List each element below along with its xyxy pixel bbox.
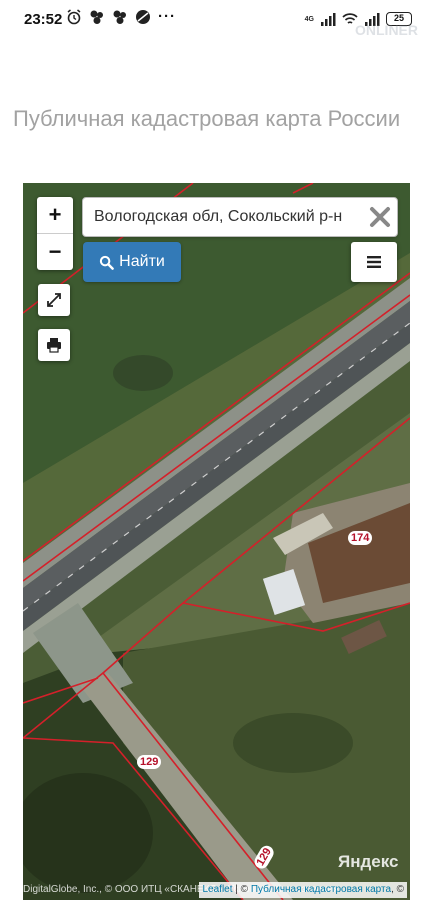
yandex-logo: Яндекс: [338, 852, 399, 871]
zoom-in-button[interactable]: +: [37, 197, 73, 233]
clear-search-button[interactable]: [363, 206, 397, 228]
fullscreen-button[interactable]: [38, 284, 70, 316]
zoom-control: + −: [37, 197, 73, 270]
find-button[interactable]: Найти: [83, 242, 181, 282]
app-notification-icon: [113, 10, 126, 24]
search-box[interactable]: Вологодская обл, Сокольский р-н: [82, 197, 398, 237]
ball-icon: [136, 10, 150, 24]
network-type: 4G: [304, 15, 314, 23]
status-icons: [66, 9, 151, 25]
leaflet-link[interactable]: Leaflet: [202, 884, 232, 895]
alarm-icon: [67, 9, 81, 25]
parcel-label[interactable]: 174: [348, 531, 373, 545]
signal-icon: [321, 13, 336, 26]
print-button[interactable]: [38, 329, 70, 361]
watermark: ONLINER: [355, 22, 418, 38]
page-title: Публичная кадастровая карта России: [13, 106, 401, 131]
search-input[interactable]: Вологодская обл, Сокольский р-н: [83, 208, 363, 226]
menu-icon: [367, 256, 381, 268]
pkk-link[interactable]: Публичная кадастровая карта: [251, 884, 391, 895]
more-notifications-icon: ···: [158, 8, 176, 25]
print-icon: [47, 338, 61, 353]
status-bar: 23:52 ··· 4G 25 ONLINER: [0, 0, 432, 40]
zoom-out-button[interactable]: −: [37, 233, 73, 269]
status-time: 23:52: [24, 11, 63, 28]
map-attribution: DigitalGlobe, Inc., © ООО ИТЦ «СКАНЕКС»,…: [23, 882, 410, 898]
find-button-label: Найти: [119, 253, 165, 270]
attribution-end: , ©: [391, 884, 404, 895]
cadastral-map[interactable]: + − Вологодская обл, Сокольский р-н Найт…: [23, 183, 410, 900]
close-icon: [370, 207, 390, 227]
app-notification-icon: [90, 10, 103, 24]
fullscreen-icon: [47, 293, 61, 307]
parcel-label[interactable]: 129: [137, 755, 162, 769]
menu-button[interactable]: [351, 242, 397, 282]
leaflet-attribution: Leaflet | © Публичная кадастровая карта,…: [199, 882, 407, 898]
attribution-separator: | ©: [232, 884, 251, 895]
search-icon: [100, 255, 114, 270]
